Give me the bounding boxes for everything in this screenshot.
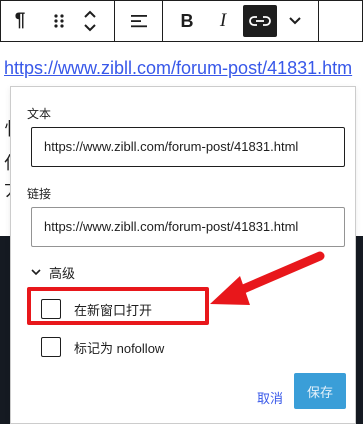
link-icon[interactable]	[243, 5, 277, 37]
drag-handle-icon[interactable]	[47, 1, 71, 41]
italic-button[interactable]: I	[209, 1, 237, 41]
link-field-label: 链接	[27, 187, 52, 201]
editor-link-text[interactable]: https://www.zibll.com/forum-post/41831.h…	[4, 58, 352, 79]
link-url-input[interactable]: https://www.zibll.com/forum-post/41831.h…	[31, 207, 345, 247]
text-field-label: 文本	[27, 107, 52, 121]
nofollow-label: 标记为 nofollow	[74, 340, 165, 356]
link-settings-popover: 文本 https://www.zibll.com/forum-post/4183…	[10, 86, 356, 424]
move-up-down-icon[interactable]	[77, 1, 103, 41]
bold-button[interactable]: B	[173, 1, 201, 41]
paragraph-icon[interactable]: ¶	[3, 1, 37, 41]
cancel-button[interactable]: 取消	[247, 379, 293, 415]
toolbar-divider	[114, 1, 115, 41]
annotation-highlight-box	[27, 287, 209, 325]
advanced-label: 高级	[49, 266, 76, 281]
toolbar-divider	[318, 1, 319, 41]
block-toolbar: ¶ B I	[0, 0, 363, 42]
advanced-toggle[interactable]: 高级	[31, 263, 75, 282]
nofollow-option[interactable]: 标记为 nofollow	[41, 337, 164, 357]
link-text-input[interactable]: https://www.zibll.com/forum-post/41831.h…	[31, 127, 345, 167]
more-options-chevron-icon[interactable]	[283, 1, 307, 41]
nofollow-checkbox[interactable]	[41, 337, 61, 357]
chevron-down-icon	[31, 269, 41, 276]
toolbar-divider	[162, 1, 163, 41]
save-button[interactable]: 保存	[294, 373, 346, 409]
align-icon[interactable]	[123, 1, 155, 41]
